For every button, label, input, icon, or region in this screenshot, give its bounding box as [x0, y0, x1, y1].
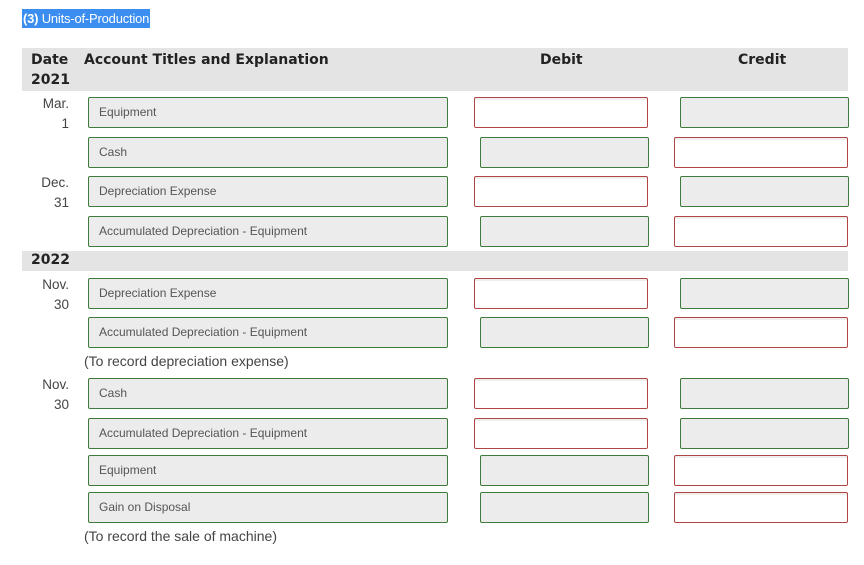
header-date: Date — [31, 52, 69, 68]
debit-input[interactable] — [474, 378, 648, 409]
debit-input[interactable] — [474, 278, 648, 309]
debit-input[interactable] — [480, 216, 649, 247]
debit-input[interactable] — [480, 317, 649, 348]
title-prefix: (3) — [23, 11, 39, 26]
debit-input[interactable] — [480, 137, 649, 168]
entry-date: Mar. 1 — [21, 94, 69, 134]
credit-input[interactable] — [674, 216, 848, 247]
credit-input[interactable] — [674, 492, 848, 523]
date-day: 30 — [53, 397, 69, 412]
debit-input[interactable] — [474, 176, 648, 207]
credit-input[interactable] — [674, 317, 848, 348]
credit-input[interactable] — [680, 176, 849, 207]
credit-input[interactable] — [680, 418, 849, 449]
title-text: Units-of-Production — [41, 11, 150, 26]
debit-input[interactable] — [474, 418, 648, 449]
debit-input[interactable] — [480, 455, 649, 486]
year-2022: 2022 — [31, 252, 70, 268]
debit-input[interactable] — [474, 97, 648, 128]
header-credit: Credit — [738, 52, 787, 68]
account-field[interactable]: Cash — [88, 137, 448, 168]
account-field[interactable]: Accumulated Depreciation - Equipment — [88, 418, 448, 449]
entry-explanation: (To record the sale of machine) — [84, 528, 277, 544]
header-debit: Debit — [540, 52, 583, 68]
date-month: Nov. — [42, 377, 69, 392]
account-field[interactable]: Depreciation Expense — [88, 176, 448, 207]
credit-input[interactable] — [680, 97, 849, 128]
table-header: Date Account Titles and Explanation Debi… — [22, 48, 848, 91]
credit-input[interactable] — [674, 137, 848, 168]
account-field[interactable]: Accumulated Depreciation - Equipment — [88, 216, 448, 247]
date-month: Dec. — [41, 175, 69, 190]
year-band: 2022 — [22, 251, 848, 271]
entry-date: Dec. 31 — [21, 173, 69, 213]
credit-input[interactable] — [674, 455, 848, 486]
account-field[interactable]: Equipment — [88, 97, 448, 128]
account-field[interactable]: Gain on Disposal — [88, 492, 448, 523]
date-month: Mar. — [42, 96, 69, 111]
section-title: (3) Units-of-Production — [22, 9, 151, 28]
account-field[interactable]: Accumulated Depreciation - Equipment — [88, 317, 448, 348]
credit-input[interactable] — [680, 278, 849, 309]
debit-input[interactable] — [480, 492, 649, 523]
account-field[interactable]: Equipment — [88, 455, 448, 486]
date-day: 31 — [53, 195, 69, 210]
account-field[interactable]: Depreciation Expense — [88, 278, 448, 309]
entry-date: Nov. 30 — [21, 275, 69, 315]
date-day: 1 — [61, 116, 69, 131]
header-account: Account Titles and Explanation — [84, 52, 329, 68]
account-field[interactable]: Cash — [88, 378, 448, 409]
date-month: Nov. — [42, 277, 69, 292]
entry-explanation: (To record depreciation expense) — [84, 353, 289, 369]
date-day: 30 — [53, 297, 69, 312]
year-2021: 2021 — [31, 72, 70, 88]
credit-input[interactable] — [680, 378, 849, 409]
entry-date: Nov. 30 — [21, 375, 69, 415]
